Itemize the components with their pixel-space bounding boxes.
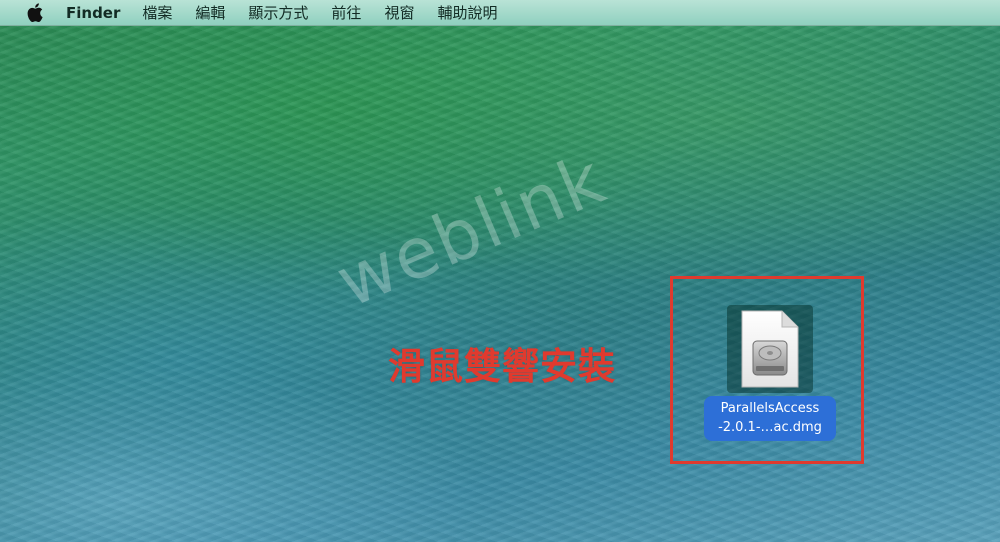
menu-edit[interactable]: 編輯 [195, 2, 225, 23]
file-name-label[interactable]: ParallelsAccess -2.0.1-…ac.dmg [704, 396, 836, 441]
disk-image-file-icon [738, 309, 802, 393]
watermark: weblink [325, 137, 618, 324]
menu-finder[interactable]: Finder [66, 4, 120, 22]
apple-logo-icon[interactable] [26, 3, 44, 23]
file-name-line1: ParallelsAccess [720, 401, 820, 416]
menu-help[interactable]: 輔助說明 [437, 2, 497, 23]
menu-go[interactable]: 前往 [331, 2, 361, 23]
menu-view[interactable]: 顯示方式 [248, 2, 308, 23]
file-name-line2: -2.0.1-…ac.dmg [718, 420, 822, 435]
annotation-text: 滑鼠雙響安裝 [388, 345, 616, 388]
desktop-file-icon[interactable]: ParallelsAccess -2.0.1-…ac.dmg [700, 302, 840, 442]
menu-window[interactable]: 視窗 [384, 2, 414, 23]
desktop[interactable]: Finder 檔案 編輯 顯示方式 前往 視窗 輔助說明 weblink 滑鼠雙… [0, 0, 1000, 542]
menu-bar: Finder 檔案 編輯 顯示方式 前往 視窗 輔助說明 [0, 0, 1000, 26]
menu-file[interactable]: 檔案 [142, 2, 172, 23]
